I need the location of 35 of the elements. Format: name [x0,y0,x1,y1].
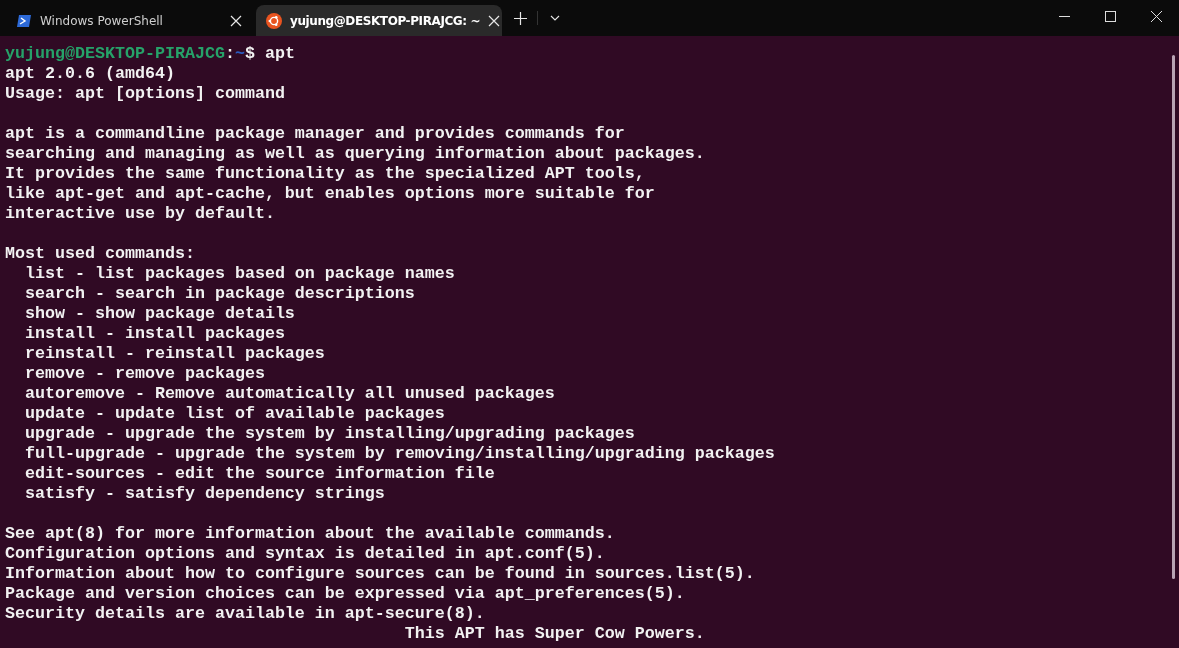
output-line: list - list packages based on package names [24,264,455,283]
output-line: interactive use by default. [5,204,275,223]
output-line: Package and version choices can be expressed via apt_preferences(5). [5,584,685,603]
output-line: See apt(8) for more information about the available commands. [5,524,615,543]
command-text: apt [264,44,295,63]
tab-title: yujung@DESKTOP-PIRAJCG: ~ [290,13,481,28]
output-line: Information about how to configure sources can be found in sources.list(5). [5,564,755,583]
tab[interactable]: yujung@DESKTOP-PIRAJCG: ~ [256,5,502,36]
output-line: like apt-get and apt-cache, but enables options more suitable for [5,184,655,203]
tab-title: Windows PowerShell [40,13,164,28]
output-line: Security details are available in apt-secure(8). [5,604,485,623]
output-line: Configuration options and syntax is detailed in apt.conf(5). [5,544,605,563]
output-line: full-upgrade - upgrade the system by removing/installing/upgrading packages [24,444,775,463]
output-line: This APT has Super Cow Powers. [403,624,705,643]
output-line: install - install packages [24,324,285,343]
output-line: apt 2.0.6 (amd64) [5,64,175,83]
output-line: apt is a commandline package manager and provides commands for [5,124,625,143]
prompt-path: ~ [234,44,245,63]
output-line: autoremove - Remove automatically all unused packages [24,384,555,403]
output-line: It provides the same functionality as the specialized APT tools, [5,164,645,183]
prompt-symbol: $ [244,44,255,63]
output-line: show - show package details [24,304,295,323]
output-line: edit-sources - edit the source information file [24,464,495,483]
output-line: remove - remove packages [24,364,265,383]
output-line: search - search in package descriptions [24,284,415,303]
tab[interactable]: Windows PowerShell [6,5,252,36]
output-line: reinstall - reinstall packages [24,344,325,363]
output-line: upgrade - upgrade the system by installing/upgrading packages [24,424,635,443]
output-line: searching and managing as well as querying information about packages. [5,144,705,163]
output-line: update - update list of available packages [24,404,445,423]
prompt-separator: : [224,44,235,63]
output-line: satisfy - satisfy dependency strings [24,484,385,503]
output-line: Most used commands: [5,244,195,263]
prompt-user-host: yujung@DESKTOP-PIRAJCG [5,44,225,63]
output-line: Usage: apt [options] command [5,84,285,103]
